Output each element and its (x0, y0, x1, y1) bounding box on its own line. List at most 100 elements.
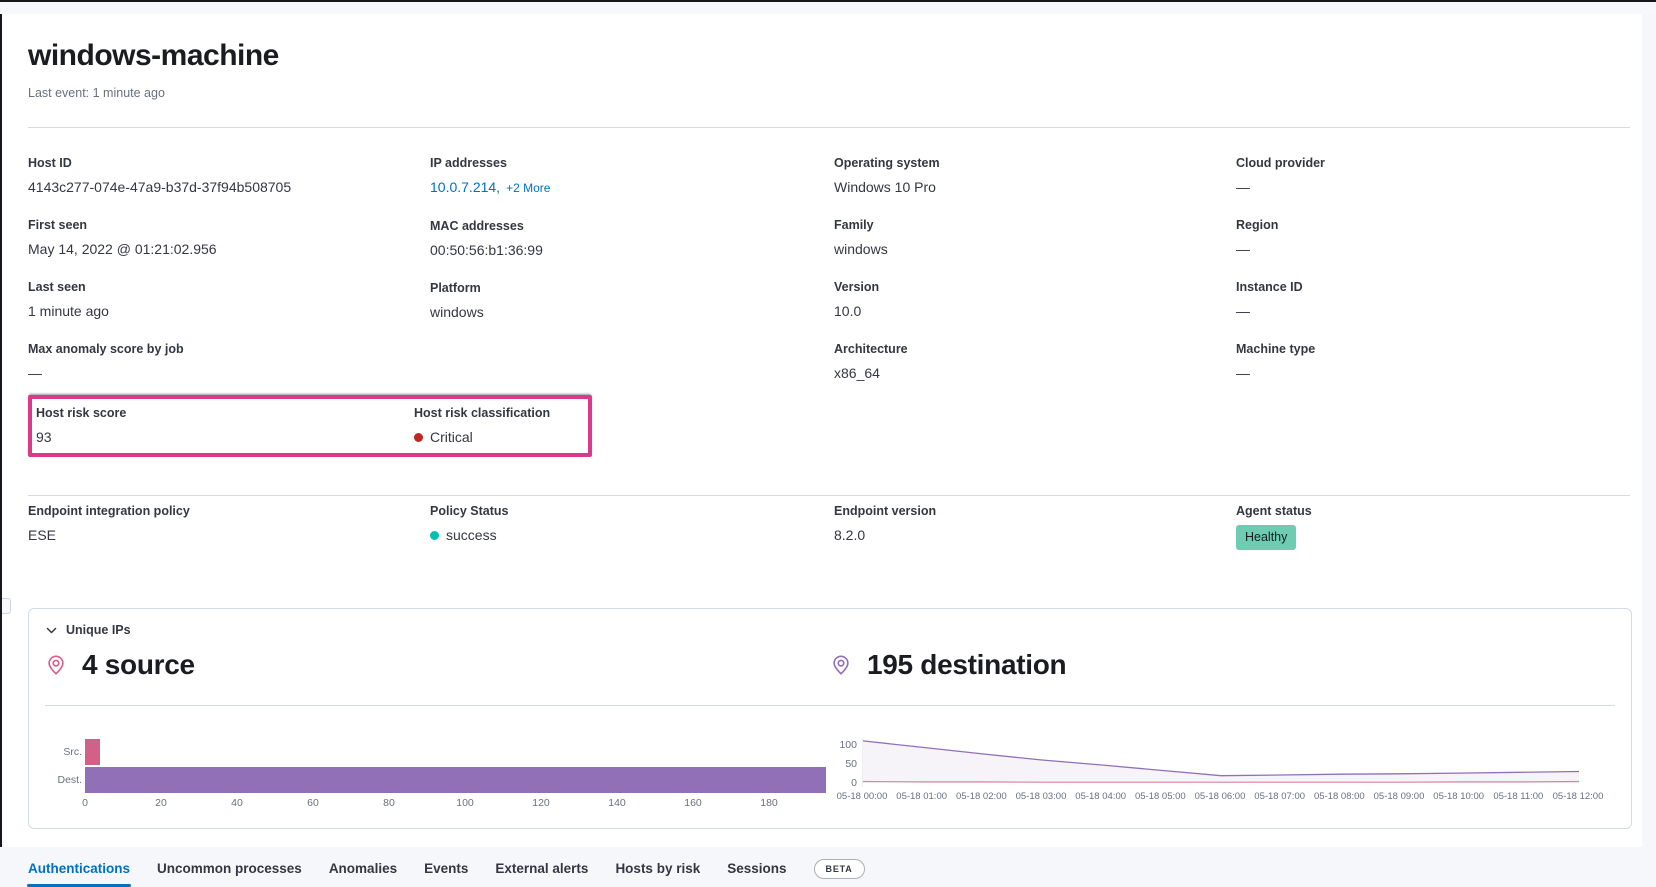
critical-dot-icon (414, 433, 423, 442)
field-host-risk-classification: Host risk classification Critical (414, 406, 588, 468)
beta-badge: BETA (814, 859, 865, 879)
bar-axis-tick: 120 (532, 797, 550, 809)
tab-uncommon-processes[interactable]: Uncommon processes (157, 861, 302, 878)
unique-ips-collapse-toggle[interactable]: Unique IPs (45, 623, 1615, 637)
unique-ips-panel: Unique IPs 4 source 195 destination Src.… (28, 608, 1632, 829)
agent-status-badge: Healthy (1236, 525, 1296, 550)
bar-axis-tick: 100 (456, 797, 474, 809)
line-chart-y-axis: 050100 (830, 739, 862, 783)
unique-ips-title: Unique IPs (66, 623, 131, 637)
overview-column-2: IP addresses 10.0.7.214,+2 More MAC addr… (430, 156, 834, 383)
field-machine-type: Machine type — (1236, 342, 1630, 383)
metrics-divider (45, 705, 1615, 706)
bar-axis-tick: 20 (155, 797, 167, 809)
tab-events[interactable]: Events (424, 861, 468, 878)
unique-ips-bar-chart: Src. Dest. 0 20 40 60 80 100 120 140 160 180 (45, 739, 830, 810)
field-policy-status: Policy Status success (430, 504, 834, 545)
host-risk-score-value: 93 (36, 427, 414, 447)
source-bar-label: Src. (45, 746, 85, 758)
line-x-tick: 05-18 03:00 (1016, 791, 1067, 802)
destination-bar-label: Dest. (45, 774, 85, 786)
line-x-tick: 05-18 12:00 (1553, 791, 1604, 802)
field-cloud-provider: Cloud provider — (1236, 156, 1630, 197)
field-first-seen: First seen May 14, 2022 @ 01:21:02.956 (28, 218, 430, 259)
line-x-tick: 05-18 09:00 (1374, 791, 1425, 802)
bar-axis-tick: 60 (307, 797, 319, 809)
host-details-header: windows-machine Last event: 1 minute ago (28, 14, 1630, 128)
last-event-text: Last event: 1 minute ago (28, 86, 1630, 100)
ip-more-link[interactable]: +2 More (506, 181, 550, 195)
field-host-risk-score: Host risk score 93 (36, 406, 414, 447)
tab-anomalies[interactable]: Anomalies (329, 861, 397, 878)
unique-ips-metrics: 4 source 195 destination (45, 643, 1615, 687)
unique-ips-line-chart: 050100 05-18 00:0005-18 01:0005-18 02:00… (830, 739, 1615, 810)
host-details-page: windows-machine Last event: 1 minute ago… (0, 14, 1642, 847)
source-count: 4 source (82, 649, 195, 681)
tab-sessions[interactable]: Sessions (727, 861, 786, 878)
line-chart-x-axis: 05-18 00:0005-18 01:0005-18 02:0005-18 0… (830, 791, 1615, 805)
destination-bar-row: Dest. (45, 767, 830, 793)
success-dot-icon (430, 531, 439, 540)
map-pin-icon-source (45, 654, 67, 676)
field-endpoint-version: Endpoint version 8.2.0 (834, 504, 1236, 545)
overview-column-1: Host ID 4143c277-074e-47a9-b37d-37f94b50… (28, 156, 430, 383)
endpoint-section: Endpoint integration policy ESE Policy S… (28, 504, 1630, 566)
left-edge-ui-artifact (2, 598, 11, 614)
line-chart-plot (862, 739, 1579, 788)
line-y-tick: 50 (845, 758, 857, 770)
section-divider (28, 495, 1630, 496)
field-architecture: Architecture x86_64 (834, 342, 1236, 383)
field-platform: Platform windows (430, 281, 834, 322)
tab-authentications[interactable]: Authentications (28, 861, 130, 878)
ip-address-link[interactable]: 10.0.7.214, (430, 179, 500, 195)
chevron-down-icon (45, 624, 58, 637)
line-x-tick: 05-18 06:00 (1195, 791, 1246, 802)
host-risk-classification-value: Critical (430, 429, 473, 445)
bar-axis-tick: 140 (608, 797, 626, 809)
line-x-tick: 05-18 08:00 (1314, 791, 1365, 802)
overview-section: Host ID 4143c277-074e-47a9-b37d-37f94b50… (28, 156, 1630, 383)
bar-axis-tick: 80 (383, 797, 395, 809)
tab-hosts-by-risk[interactable]: Hosts by risk (615, 861, 700, 878)
page-top-strip (0, 2, 1656, 14)
line-x-tick: 05-18 01:00 (896, 791, 947, 802)
tab-bar: Authentications Uncommon processes Anoma… (28, 859, 1630, 879)
field-agent-status: Agent status Healthy (1236, 504, 1630, 566)
bar-axis-tick: 0 (82, 797, 88, 809)
destination-count: 195 destination (867, 649, 1066, 681)
overview-column-4: Cloud provider — Region — Instance ID — … (1236, 156, 1630, 383)
source-metric: 4 source (45, 649, 830, 681)
bar-axis-tick: 180 (760, 797, 778, 809)
field-ip-addresses: IP addresses 10.0.7.214,+2 More (430, 156, 834, 198)
line-y-tick: 100 (839, 739, 857, 751)
destination-metric: 195 destination (830, 649, 1615, 681)
page-title: windows-machine (28, 38, 1630, 74)
field-host-id: Host ID 4143c277-074e-47a9-b37d-37f94b50… (28, 156, 430, 197)
destination-bar (85, 767, 826, 793)
line-y-tick: 0 (851, 777, 857, 789)
bar-chart-x-axis: 0 20 40 60 80 100 120 140 160 180 (85, 795, 830, 810)
bar-axis-tick: 40 (231, 797, 243, 809)
field-operating-system: Operating system Windows 10 Pro (834, 156, 1236, 197)
line-x-tick: 05-18 02:00 (956, 791, 1007, 802)
field-last-seen: Last seen 1 minute ago (28, 280, 430, 321)
field-version: Version 10.0 (834, 280, 1236, 321)
line-x-tick: 05-18 11:00 (1493, 791, 1543, 802)
unique-ips-charts: Src. Dest. 0 20 40 60 80 100 120 140 160 180 0 50 1… (45, 739, 1615, 810)
line-x-tick: 05-18 07:00 (1254, 791, 1305, 802)
source-bar-row: Src. (45, 739, 830, 765)
source-bar (85, 739, 100, 765)
map-pin-icon-destination (830, 654, 852, 676)
field-mac-addresses: MAC addresses 00:50:56:b1:36:99 (430, 219, 834, 260)
overview-column-3: Operating system Windows 10 Pro Family w… (834, 156, 1236, 383)
field-max-anomaly-score: Max anomaly score by job — (28, 342, 430, 383)
field-region: Region — (1236, 218, 1630, 259)
field-endpoint-policy: Endpoint integration policy ESE (28, 504, 430, 545)
bar-axis-tick: 160 (684, 797, 702, 809)
line-x-tick: 05-18 10:00 (1433, 791, 1484, 802)
line-x-tick: 05-18 04:00 (1075, 791, 1126, 802)
field-instance-id: Instance ID — (1236, 280, 1630, 321)
line-x-tick: 05-18 05:00 (1135, 791, 1186, 802)
field-family: Family windows (834, 218, 1236, 259)
tab-external-alerts[interactable]: External alerts (495, 861, 588, 878)
